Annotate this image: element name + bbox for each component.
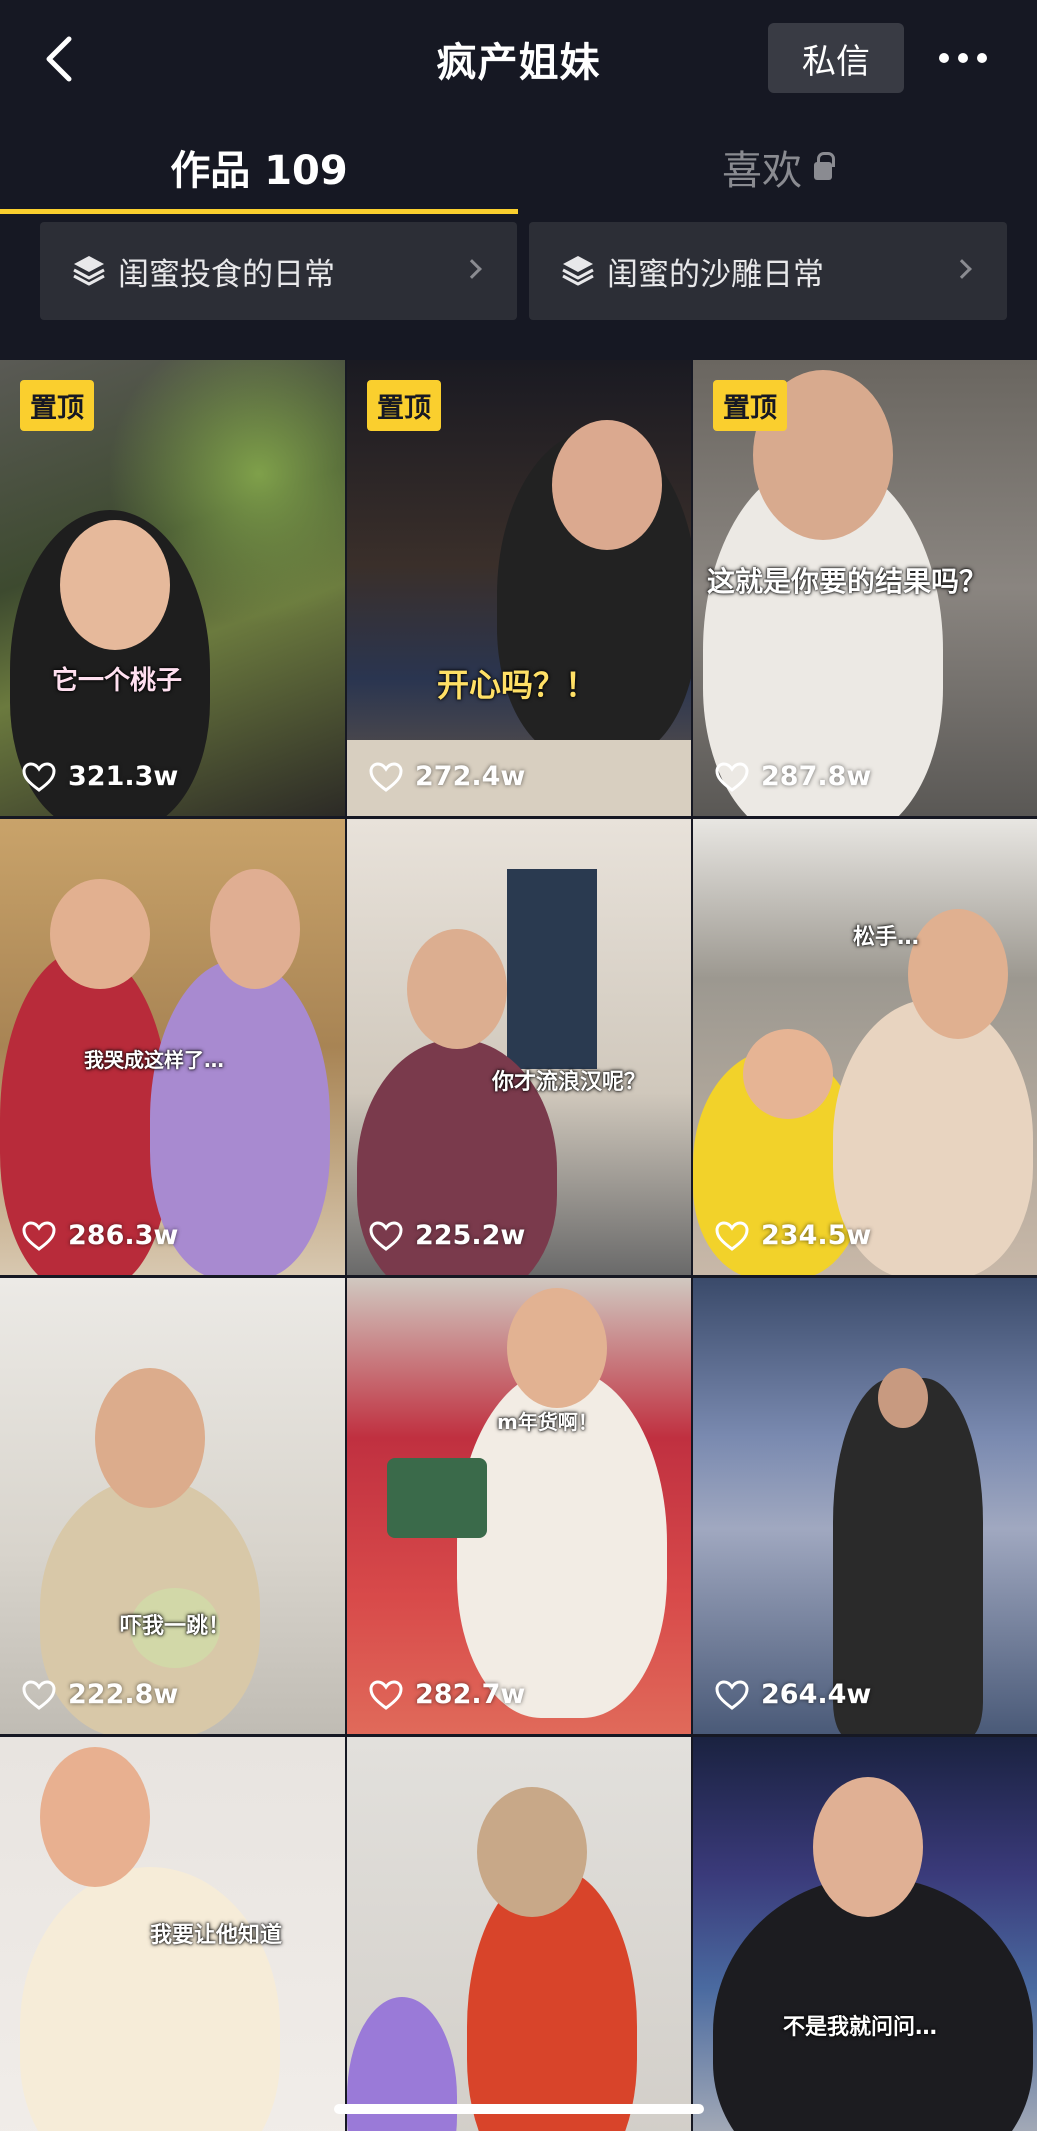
video-thumbnail[interactable]: 置顶 它一个桃子 321.3w <box>0 360 345 816</box>
video-grid: 置顶 它一个桃子 321.3w 置顶 开心吗？！ 272.4w 置顶 这就是你要… <box>0 360 1037 2131</box>
video-caption: 开心吗？！ <box>437 666 598 704</box>
video-thumbnail[interactable]: m年货啊！ 282.7w <box>347 1278 691 1734</box>
tab-likes-label: 喜欢 <box>722 148 802 194</box>
like-count: 234.5w <box>715 1220 871 1251</box>
pinned-badge: 置顶 <box>367 380 441 431</box>
video-caption: 松手… <box>853 925 920 950</box>
heart-icon <box>22 1220 56 1251</box>
video-thumbnail[interactable]: 吓我一跳！ 222.8w <box>0 1278 345 1734</box>
chevron-right-icon <box>462 259 482 279</box>
chevron-right-icon <box>952 259 972 279</box>
like-count-value: 222.8w <box>68 1679 179 1710</box>
video-thumbnail[interactable]: 置顶 开心吗？！ 272.4w <box>347 360 691 816</box>
heart-icon <box>369 1679 403 1710</box>
heart-icon <box>715 761 749 792</box>
like-count-value: 264.4w <box>761 1679 872 1710</box>
collection-label: 闺蜜的沙雕日常 <box>607 256 824 293</box>
like-count-value: 282.7w <box>415 1679 526 1710</box>
like-count: 264.4w <box>715 1679 871 1710</box>
like-count-value: 272.4w <box>415 761 526 792</box>
lock-icon <box>814 152 835 180</box>
video-thumbnail[interactable]: 你才流浪汉呢？ 225.2w <box>347 819 691 1275</box>
like-count: 287.8w <box>715 761 871 792</box>
tab-likes[interactable]: 喜欢 <box>518 138 1036 196</box>
active-tab-indicator <box>0 209 518 214</box>
video-caption: 它一个桃子 <box>52 666 183 696</box>
video-thumbnail[interactable]: 我要让他知道 <box>0 1737 345 2131</box>
heart-icon <box>715 1220 749 1251</box>
video-thumbnail[interactable]: 松手… 234.5w <box>693 819 1037 1275</box>
like-count-value: 286.3w <box>68 1220 179 1251</box>
heart-icon <box>369 761 403 792</box>
like-count: 222.8w <box>22 1679 178 1710</box>
heart-icon <box>369 1220 403 1251</box>
video-caption: 我哭成这样了… <box>84 1048 224 1072</box>
video-thumbnail[interactable]: 不是我就问问… <box>693 1737 1037 2131</box>
collection-card-feeding[interactable]: 闺蜜投食的日常 <box>40 222 517 320</box>
tab-works-label: 作品 109 <box>170 148 348 194</box>
like-count-value: 287.8w <box>761 761 872 792</box>
collection-card-silly[interactable]: 闺蜜的沙雕日常 <box>529 222 1007 320</box>
collection-label: 闺蜜投食的日常 <box>118 256 335 293</box>
like-count: 272.4w <box>369 761 525 792</box>
like-count-value: 225.2w <box>415 1220 526 1251</box>
video-caption: m年货啊！ <box>497 1410 598 1434</box>
video-caption: 我要让他知道 <box>150 1923 283 1948</box>
heart-icon <box>22 761 56 792</box>
like-count: 286.3w <box>22 1220 178 1251</box>
video-thumbnail[interactable]: 我哭成这样了… 286.3w <box>0 819 345 1275</box>
heart-icon <box>715 1679 749 1710</box>
header: 疯产姐妹 私信 <box>0 0 1037 118</box>
video-thumbnail[interactable] <box>347 1737 691 2131</box>
pinned-badge: 置顶 <box>20 380 94 431</box>
video-caption: 不是我就问问… <box>783 2015 938 2040</box>
profile-tabs: 作品 109 喜欢 <box>0 118 1037 218</box>
like-count-value: 234.5w <box>761 1220 872 1251</box>
stack-layers-icon <box>562 256 594 286</box>
video-caption: 你才流浪汉呢？ <box>492 1070 647 1095</box>
like-count: 282.7w <box>369 1679 525 1710</box>
video-caption: 吓我一跳！ <box>120 1614 231 1639</box>
home-indicator[interactable] <box>334 2104 704 2114</box>
like-count-value: 321.3w <box>68 761 179 792</box>
direct-message-button[interactable]: 私信 <box>768 23 904 93</box>
stack-layers-icon <box>73 256 105 286</box>
video-thumbnail[interactable]: 264.4w <box>693 1278 1037 1734</box>
video-thumbnail[interactable]: 置顶 这就是你要的结果吗？ 287.8w <box>693 360 1037 816</box>
heart-icon <box>22 1679 56 1710</box>
pinned-badge: 置顶 <box>713 380 787 431</box>
tab-works[interactable]: 作品 109 <box>0 138 518 196</box>
more-dots-icon[interactable] <box>928 36 998 80</box>
video-caption: 这就是你要的结果吗？ <box>707 565 988 598</box>
like-count: 321.3w <box>22 761 178 792</box>
like-count: 225.2w <box>369 1220 525 1251</box>
